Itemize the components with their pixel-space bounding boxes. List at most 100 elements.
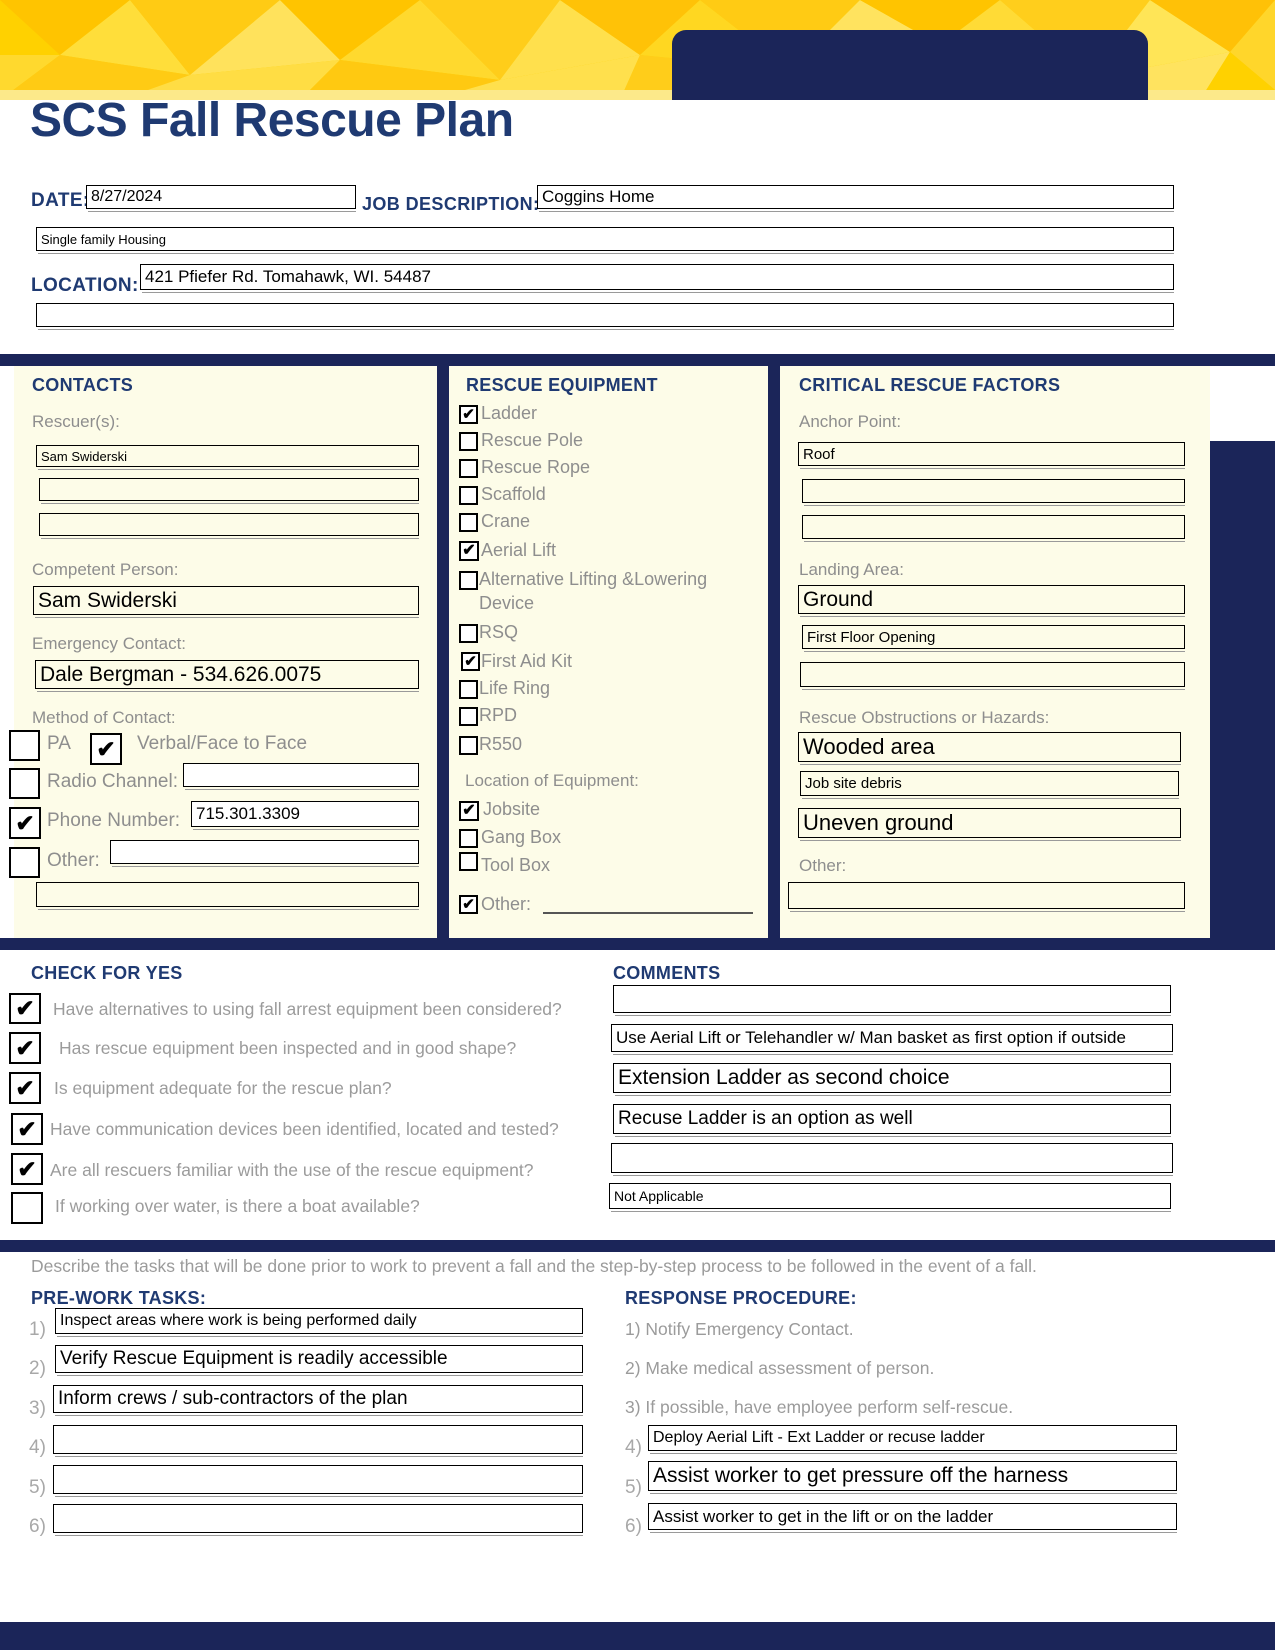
response-num-6: 6) (625, 1516, 642, 1537)
checkbox-rsq[interactable] (459, 624, 478, 643)
checkbox-pa[interactable] (9, 730, 40, 761)
radio-channel-input[interactable] (183, 763, 419, 787)
checkbox-r550[interactable] (459, 736, 478, 755)
checkbox-other-equipment[interactable]: ✔ (459, 895, 478, 914)
critical-other-input[interactable] (788, 882, 1185, 909)
comment-input-2[interactable]: Use Aerial Lift or Telehandler w/ Man ba… (611, 1024, 1173, 1052)
phone-number-input[interactable]: 715.301.3309 (191, 801, 419, 827)
landing-area-input-2[interactable]: First Floor Opening (802, 625, 1185, 649)
check-icon: ✔ (462, 896, 475, 913)
pre-work-input-1[interactable]: Inspect areas where work is being perfor… (55, 1308, 583, 1334)
checkbox-gang-box[interactable] (459, 829, 478, 848)
check-for-yes-title: CHECK FOR YES (31, 963, 183, 983)
checkbox-tool-box[interactable] (459, 852, 478, 871)
checkbox-alternative-lifting-device[interactable] (459, 571, 478, 590)
radio-channel-underline (185, 789, 419, 790)
pre-work-value-1: Inspect areas where work is being perfor… (60, 1312, 417, 1329)
landing-area-value-1: Ground (803, 587, 874, 611)
navy-right-edge (1210, 441, 1275, 938)
checkbox-yes-4[interactable]: ✔ (11, 1113, 43, 1145)
pre-work-value-2: Verify Rescue Equipment is readily acces… (60, 1348, 448, 1369)
location-input[interactable]: 421 Pfiefer Rd. Tomahawk, WI. 54487 (140, 264, 1174, 290)
other-contact-underline (112, 866, 419, 867)
comment-input-4[interactable]: Recuse Ladder is an option as well (613, 1104, 1171, 1134)
checkbox-yes-6[interactable] (11, 1192, 43, 1224)
checkbox-other-contact[interactable] (9, 847, 40, 878)
anchor-point-input-3[interactable] (802, 515, 1185, 539)
label-pa: PA (47, 733, 71, 754)
job-description-input[interactable]: Coggins Home (537, 185, 1174, 209)
obstruction-input-3[interactable]: Uneven ground (798, 808, 1181, 838)
pre-work-input-5[interactable] (53, 1465, 583, 1494)
comment-value-3: Extension Ladder as second choice (618, 1066, 950, 1089)
obstructions-label: Rescue Obstructions or Hazards: (799, 708, 1050, 727)
competent-person-input[interactable]: Sam Swiderski (33, 586, 419, 615)
response-input-6[interactable]: Assist worker to get in the lift or on t… (648, 1503, 1177, 1530)
rescuer-input-3[interactable] (39, 513, 419, 536)
comment-input-3[interactable]: Extension Ladder as second choice (613, 1063, 1171, 1093)
anchor-point-value-1: Roof (803, 445, 835, 463)
checkbox-aerial-lift[interactable]: ✔ (459, 541, 479, 561)
competent-person-underline (35, 617, 419, 618)
location-input-2[interactable] (36, 303, 1174, 327)
question-6: If working over water, is there a boat a… (55, 1196, 420, 1216)
job-description-input-2[interactable]: Single family Housing (36, 227, 1174, 251)
panel-divider-1 (437, 366, 449, 938)
label-gang-box: Gang Box (481, 827, 562, 847)
checkbox-yes-3[interactable]: ✔ (9, 1072, 41, 1104)
checkbox-yes-1[interactable]: ✔ (9, 993, 41, 1024)
comment-input-1[interactable] (613, 985, 1171, 1013)
checkbox-phone-number[interactable]: ✔ (9, 807, 41, 839)
response-static-3: 3) If possible, have employee perform se… (625, 1397, 1014, 1417)
label-crane: Crane (481, 511, 531, 531)
anchor-point-input-2[interactable] (802, 479, 1185, 503)
response-static-1: 1) Notify Emergency Contact. (625, 1319, 854, 1339)
checkbox-ladder[interactable]: ✔ (459, 405, 478, 424)
pre-work-underline-6 (55, 1535, 583, 1536)
pre-work-input-2[interactable]: Verify Rescue Equipment is readily acces… (55, 1345, 583, 1373)
response-input-5[interactable]: Assist worker to get pressure off the ha… (648, 1461, 1177, 1491)
checkbox-jobsite[interactable]: ✔ (459, 801, 479, 821)
other-contact-input[interactable] (110, 840, 419, 864)
comment-input-5[interactable] (611, 1143, 1173, 1173)
checkbox-verbal-face-to-face[interactable]: ✔ (90, 733, 122, 765)
checkbox-first-aid-kit[interactable]: ✔ (461, 652, 480, 671)
location-underline-2 (38, 329, 1174, 330)
pre-work-input-3[interactable]: Inform crews / sub-contractors of the pl… (53, 1385, 583, 1413)
comment-input-6[interactable]: Not Applicable (609, 1183, 1171, 1209)
comment-underline-6 (611, 1211, 1171, 1212)
obstruction-input-1[interactable]: Wooded area (798, 732, 1181, 762)
emergency-contact-label: Emergency Contact: (32, 634, 187, 653)
check-icon: ✔ (96, 735, 116, 762)
checkbox-life-ring[interactable] (459, 680, 478, 699)
critical-factors-title: CRITICAL RESCUE FACTORS (799, 375, 1061, 395)
anchor-point-underline-2 (804, 505, 1185, 506)
pre-work-input-6[interactable] (53, 1504, 583, 1533)
checkbox-yes-5[interactable]: ✔ (11, 1153, 43, 1185)
contacts-extra-input[interactable] (36, 882, 419, 907)
emergency-contact-input[interactable]: Dale Bergman - 534.626.0075 (35, 660, 419, 689)
landing-area-underline-2 (804, 651, 1185, 652)
checkbox-radio-channel[interactable] (9, 768, 40, 799)
checkbox-rpd[interactable] (459, 707, 478, 726)
landing-area-underline-3 (802, 689, 1185, 690)
comment-underline-5 (613, 1175, 1173, 1176)
checkbox-scaffold[interactable] (459, 486, 478, 505)
checkbox-yes-2[interactable]: ✔ (9, 1032, 41, 1064)
anchor-point-input-1[interactable]: Roof (798, 442, 1185, 466)
critical-other-label: Other: (799, 856, 847, 875)
footer-band (0, 1622, 1275, 1650)
check-icon: ✔ (15, 809, 35, 836)
date-input[interactable]: 8/27/2024 (86, 185, 356, 209)
obstruction-input-2[interactable]: Job site debris (800, 771, 1179, 796)
other-equipment-underline[interactable] (543, 912, 753, 914)
pre-work-input-4[interactable] (53, 1425, 583, 1454)
landing-area-input-1[interactable]: Ground (798, 585, 1185, 614)
checkbox-rescue-rope[interactable] (459, 459, 478, 478)
landing-area-input-3[interactable] (800, 662, 1185, 687)
rescuer-input-2[interactable] (39, 478, 419, 501)
response-input-4[interactable]: Deploy Aerial Lift - Ext Ladder or recus… (648, 1425, 1177, 1451)
checkbox-crane[interactable] (459, 513, 478, 532)
rescuer-input-1[interactable]: Sam Swiderski (36, 445, 419, 467)
checkbox-rescue-pole[interactable] (459, 432, 478, 451)
